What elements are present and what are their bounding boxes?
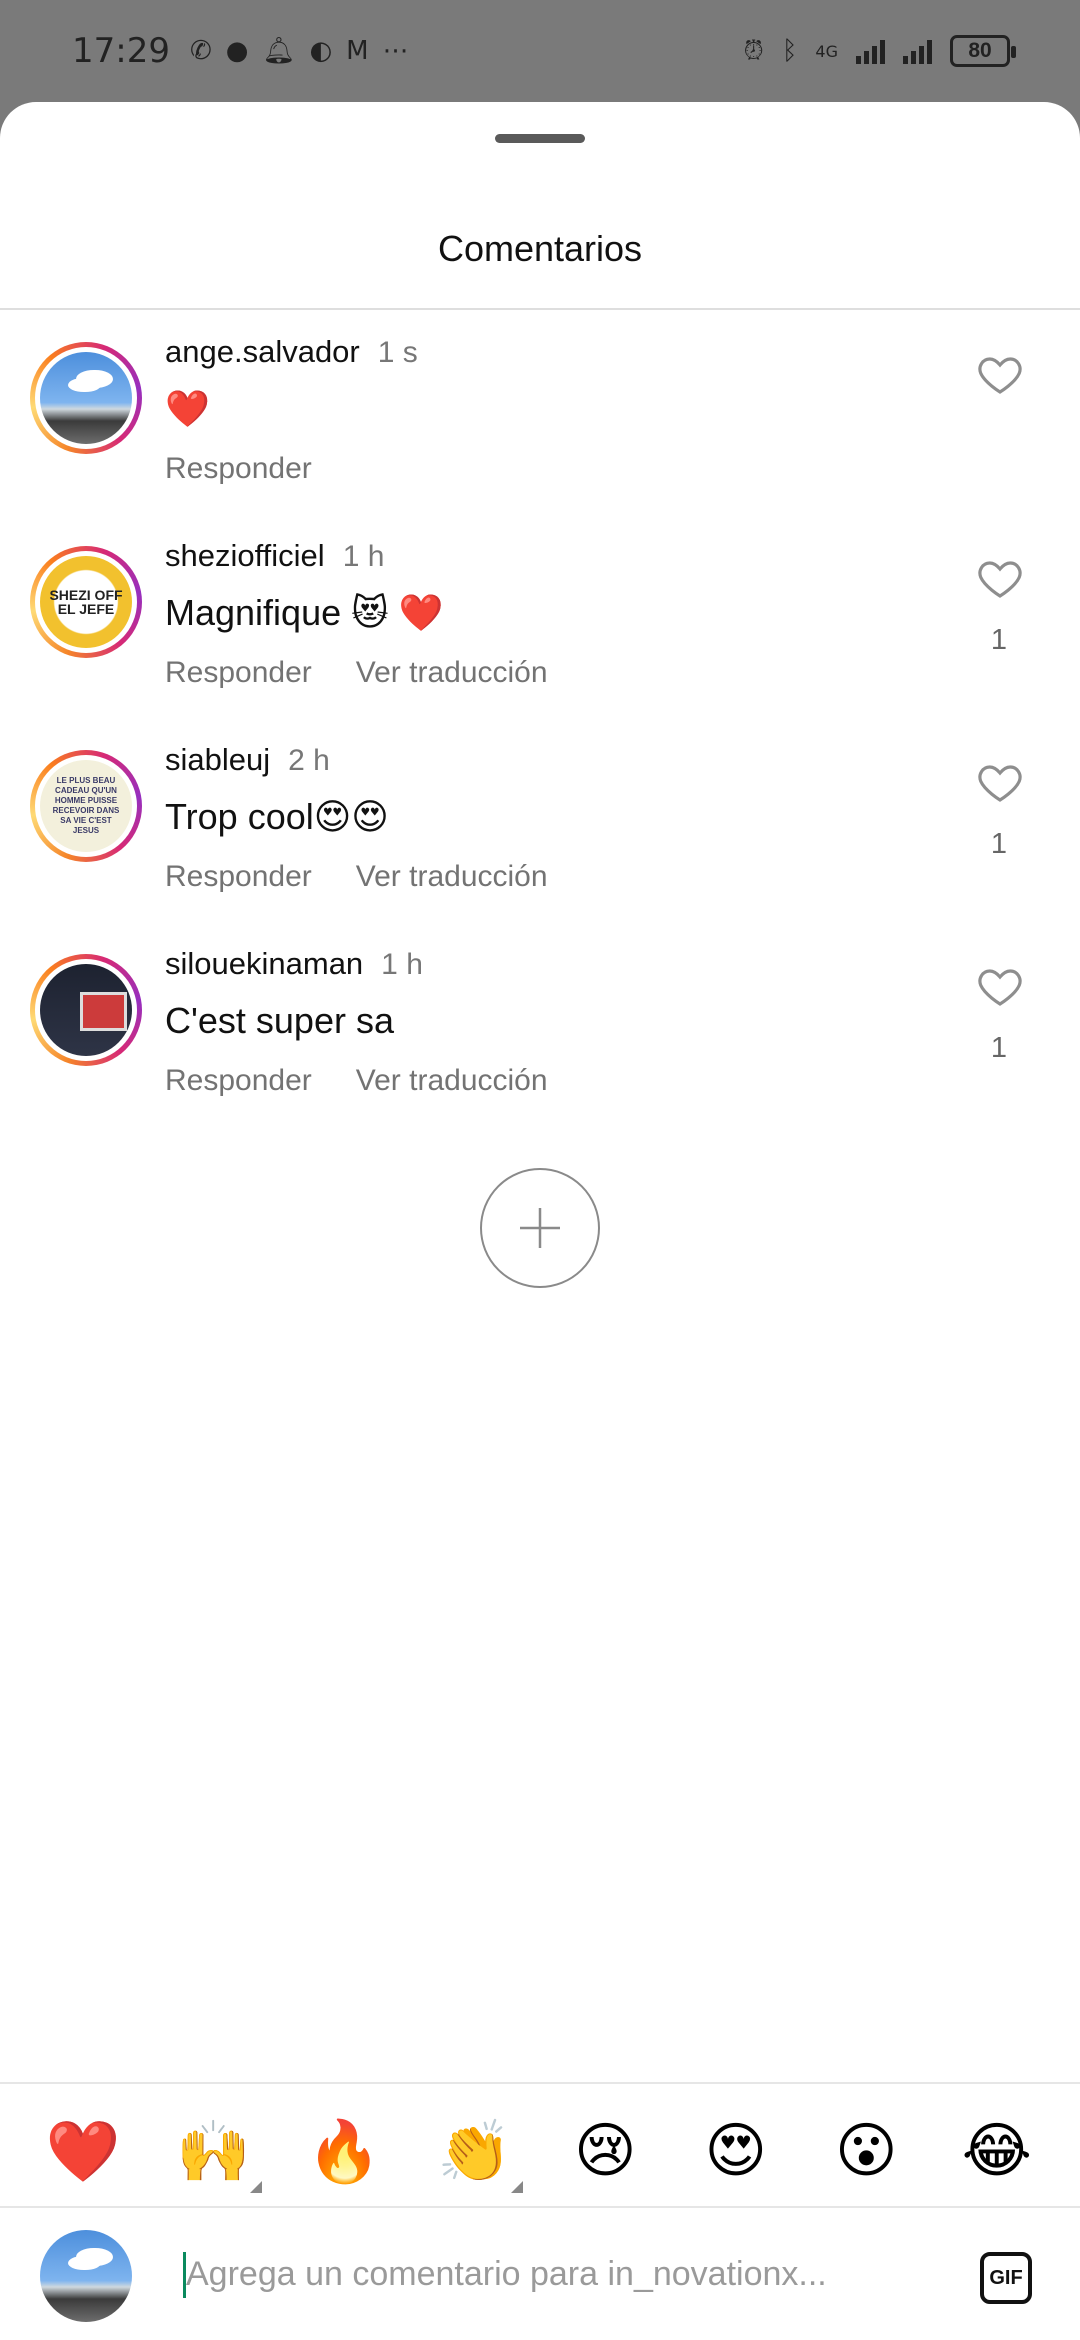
translate-button[interactable]: Ver traducción <box>356 656 548 690</box>
incognito-icon: ◐ <box>309 36 333 66</box>
emoji-clap-button[interactable]: 👏 <box>425 2116 525 2193</box>
avatar[interactable]: LE PLUS BEAU CADEAU QU'UN HOMME PUISSE R… <box>30 750 142 862</box>
missed-call-icon: ✆ <box>189 36 212 66</box>
emoji-crying-button[interactable]: 😢 <box>555 2116 655 2186</box>
reply-button[interactable]: Responder <box>165 860 312 894</box>
reply-button[interactable]: Responder <box>165 1064 312 1098</box>
status-right: ⏰︎ ᛒ 4G 80 <box>743 35 1016 67</box>
emoji-laughing-button[interactable]: 😂 <box>947 2116 1047 2186</box>
comment-username[interactable]: ange.salvador <box>165 334 360 370</box>
emoji-bar: ❤️ 🙌 🔥 👏 😢 😍 😮 😂 <box>0 2092 1080 2210</box>
heart-icon[interactable] <box>976 350 1024 398</box>
comment-username[interactable]: siableuj <box>165 742 270 778</box>
more-icon: ⋯ <box>382 36 409 66</box>
emoji-heart-button[interactable]: ❤️ <box>33 2116 133 2187</box>
sheet-title: Comentarios <box>437 228 643 269</box>
reply-button[interactable]: Responder <box>165 452 312 486</box>
status-time: 17:29 <box>72 31 170 71</box>
signal-icon-2 <box>903 38 932 64</box>
plus-icon <box>520 1208 560 1248</box>
emoji-surprised-button[interactable]: 😮 <box>816 2116 916 2186</box>
avatar-image: SHEZI OFF EL JEFE <box>40 556 132 648</box>
chat-icon: ● <box>225 36 249 66</box>
heart-icon[interactable] <box>976 554 1024 602</box>
heart-icon[interactable] <box>976 962 1024 1010</box>
skin-tone-indicator-icon <box>510 2180 523 2193</box>
load-more-button[interactable] <box>480 1168 600 1288</box>
avatar[interactable] <box>30 342 142 454</box>
alarm-icon: ⏰︎ <box>743 35 764 66</box>
emoji-fire-button[interactable]: 🔥 <box>294 2116 394 2187</box>
avatar-image <box>40 964 132 1056</box>
comment-composer: GIF <box>0 2208 1080 2340</box>
comment-time: 1 s <box>377 336 418 369</box>
drag-handle[interactable] <box>495 134 585 143</box>
translate-button[interactable]: Ver traducción <box>356 860 548 894</box>
avatar[interactable]: SHEZI OFF EL JEFE <box>30 546 142 658</box>
comment-text: Trop cool😍😍 <box>165 796 389 837</box>
translate-button[interactable]: Ver traducción <box>356 1064 548 1098</box>
bell-icon: 🔔︎ <box>262 36 296 66</box>
emoji-glyph: 🙌 <box>176 2116 252 2187</box>
divider <box>0 2082 1080 2084</box>
avatar-image: LE PLUS BEAU CADEAU QU'UN HOMME PUISSE R… <box>40 760 132 852</box>
comment-text: ❤️ <box>165 388 210 429</box>
status-bar: 17:29 ✆ ● 🔔︎ ◐ M ⋯ ⏰︎ ᛒ 4G 80 <box>0 0 1080 102</box>
comment-username[interactable]: silouekinaman <box>165 946 363 982</box>
comment-text: Magnifique 😻 ❤️ <box>165 592 444 633</box>
emoji-heart-eyes-button[interactable]: 😍 <box>686 2116 786 2186</box>
gmail-icon: M <box>346 36 369 66</box>
divider <box>0 308 1080 310</box>
comment-time: 1 h <box>381 948 423 981</box>
like-count: 1 <box>990 624 1008 656</box>
comment-item: ange.salvador 1 s ❤️ Responder <box>0 312 1080 516</box>
bluetooth-icon: ᛒ <box>781 36 798 66</box>
comments-sheet: Comentarios ange.salvador 1 s ❤️ Respond… <box>0 102 1080 2340</box>
comment-time: 1 h <box>342 540 385 573</box>
network-type: 4G <box>815 41 838 61</box>
battery-icon: 80 <box>950 35 1016 67</box>
signal-icon <box>856 38 885 64</box>
reply-button[interactable]: Responder <box>165 656 312 690</box>
like-count: 1 <box>990 828 1008 860</box>
comment-item: LE PLUS BEAU CADEAU QU'UN HOMME PUISSE R… <box>0 720 1080 924</box>
heart-icon[interactable] <box>976 758 1024 806</box>
comment-text: C'est super sa <box>165 1000 394 1041</box>
emoji-raising-hands-button[interactable]: 🙌 <box>164 2116 264 2193</box>
emoji-glyph: 👏 <box>437 2116 513 2187</box>
current-user-avatar <box>40 2230 132 2322</box>
comment-item: silouekinaman 1 h C'est super sa Respond… <box>0 924 1080 1128</box>
gif-button[interactable]: GIF <box>980 2252 1032 2304</box>
comment-time: 2 h <box>288 744 330 777</box>
like-count: 1 <box>990 1032 1008 1064</box>
comment-item: SHEZI OFF EL JEFE sheziofficiel 1 h Magn… <box>0 516 1080 720</box>
comment-username[interactable]: sheziofficiel <box>165 538 325 574</box>
avatar[interactable] <box>30 954 142 1066</box>
status-left: 17:29 ✆ ● 🔔︎ ◐ M ⋯ <box>72 31 409 71</box>
avatar-image <box>40 352 132 444</box>
skin-tone-indicator-icon <box>249 2180 262 2193</box>
comment-input[interactable] <box>186 2244 926 2304</box>
